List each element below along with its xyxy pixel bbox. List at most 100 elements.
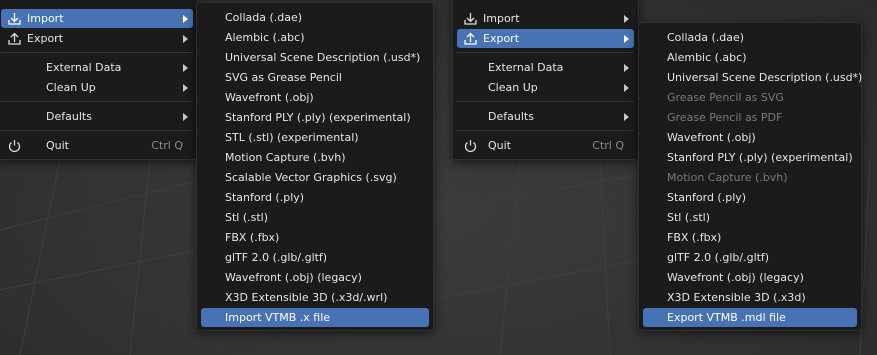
chevron-right-icon — [183, 113, 188, 121]
menu-item-label: Alembic (.abc) — [225, 31, 305, 44]
export-item[interactable]: Collada (.dae) — [643, 28, 857, 47]
import-item[interactable]: Alembic (.abc) — [201, 28, 429, 47]
export-item[interactable]: Universal Scene Description (.usd*) — [643, 68, 862, 87]
import-icon — [8, 13, 21, 25]
menu-item-label: FBX (.fbx) — [225, 231, 280, 244]
menu-item-label: Grease Pencil as PDF — [667, 111, 783, 124]
menu-item-label: Quit — [488, 139, 511, 152]
menu-item-clean-up[interactable]: Clean Up — [457, 78, 634, 97]
menu-item-label: Universal Scene Description (.usd*) — [667, 71, 863, 84]
menu-item-label: Stl (.stl) — [667, 211, 711, 224]
menu-item-label: Wavefront (.obj) — [667, 131, 756, 144]
export-item[interactable]: Stl (.stl) — [643, 208, 857, 227]
menu-item-label: Export — [27, 32, 64, 45]
menu-item-label: Stanford (.ply) — [225, 191, 305, 204]
menu-item-external-data[interactable]: External Data — [1, 58, 193, 77]
menu-item-label: Grease Pencil as SVG — [667, 91, 784, 104]
chevron-right-icon — [624, 64, 629, 72]
import-item[interactable]: Stanford (.ply) — [201, 188, 429, 207]
menu-item-label: X3D Extensible 3D (.x3d/.wrl) — [225, 291, 388, 304]
import-item[interactable]: Stl (.stl) — [201, 208, 429, 227]
import-item[interactable]: SVG as Grease Pencil — [201, 68, 429, 87]
menu-separator — [457, 52, 634, 53]
chevron-right-icon — [183, 64, 188, 72]
import-item[interactable]: glTF 2.0 (.glb/.gltf) — [201, 248, 429, 267]
menu-item-label: Collada (.dae) — [667, 31, 745, 44]
import-item[interactable]: STL (.stl) (experimental) — [201, 128, 429, 147]
menu-item-label: Defaults — [46, 110, 92, 123]
export-item[interactable]: Wavefront (.obj) — [643, 128, 857, 147]
menu-item-label: Stanford (.ply) — [667, 191, 747, 204]
menu-item-label: Wavefront (.obj) (legacy) — [225, 271, 362, 284]
import-item[interactable]: X3D Extensible 3D (.x3d/.wrl) — [201, 288, 429, 307]
menu-item-import[interactable]: Import — [457, 9, 634, 28]
chevron-right-icon — [624, 113, 629, 121]
menu-item-quit[interactable]: Quit Ctrl Q — [457, 136, 634, 155]
import-icon — [464, 13, 477, 25]
menu-item-label: Stl (.stl) — [225, 211, 269, 224]
import-item-vtmb-x[interactable]: Import VTMB .x file — [201, 308, 429, 327]
menu-separator — [1, 130, 193, 131]
menu-item-label: STL (.stl) (experimental) — [225, 131, 359, 144]
export-item[interactable]: glTF 2.0 (.glb/.gltf) — [643, 248, 857, 267]
menu-item-defaults[interactable]: Defaults — [457, 107, 634, 126]
chevron-right-icon — [183, 35, 188, 43]
import-item[interactable]: Collada (.dae) — [201, 8, 429, 27]
export-item[interactable]: Alembic (.abc) — [643, 48, 857, 67]
menu-separator — [457, 130, 634, 131]
menu-item-label: Clean Up — [46, 81, 96, 94]
chevron-right-icon — [624, 84, 629, 92]
export-item: Grease Pencil as SVG — [643, 88, 857, 107]
menu-item-import[interactable]: Import — [1, 9, 193, 28]
import-submenu: Collada (.dae) Alembic (.abc) Universal … — [196, 2, 434, 331]
export-submenu: Collada (.dae) Alembic (.abc) Universal … — [638, 22, 862, 331]
menu-item-label: Defaults — [488, 110, 534, 123]
import-item[interactable]: Universal Scene Description (.usd*) — [201, 48, 429, 67]
menu-item-label: External Data — [488, 61, 564, 74]
menu-item-label: glTF 2.0 (.glb/.gltf) — [667, 251, 770, 264]
import-item[interactable]: Scalable Vector Graphics (.svg) — [201, 168, 429, 187]
import-item[interactable]: FBX (.fbx) — [201, 228, 429, 247]
menu-item-label: Universal Scene Description (.usd*) — [225, 51, 421, 64]
menu-separator — [1, 52, 193, 53]
menu-item-external-data[interactable]: External Data — [457, 58, 634, 77]
menu-item-quit[interactable]: Quit Ctrl Q — [1, 136, 193, 155]
shortcut-label: Ctrl Q — [151, 139, 183, 152]
menu-item-label: Wavefront (.obj) (legacy) — [667, 271, 804, 284]
export-item: Grease Pencil as PDF — [643, 108, 857, 127]
import-item[interactable]: Wavefront (.obj) (legacy) — [201, 268, 429, 287]
menu-item-label: Wavefront (.obj) — [225, 91, 314, 104]
menu-item-export[interactable]: Export — [457, 29, 634, 48]
menu-item-label: Import VTMB .x file — [225, 311, 331, 324]
menu-separator — [457, 101, 634, 102]
import-item[interactable]: Stanford PLY (.ply) (experimental) — [201, 108, 429, 127]
shortcut-label: Ctrl Q — [592, 139, 624, 152]
menu-item-clean-up[interactable]: Clean Up — [1, 78, 193, 97]
menu-item-label: Import — [483, 12, 520, 25]
menu-item-label: Alembic (.abc) — [667, 51, 747, 64]
export-item[interactable]: FBX (.fbx) — [643, 228, 857, 247]
chevron-right-icon — [624, 15, 629, 23]
export-item[interactable]: Wavefront (.obj) (legacy) — [643, 268, 857, 287]
export-item[interactable]: X3D Extensible 3D (.x3d) — [643, 288, 857, 307]
menu-item-label: Collada (.dae) — [225, 11, 303, 24]
menu-item-label: External Data — [46, 61, 122, 74]
menu-item-defaults[interactable]: Defaults — [1, 107, 193, 126]
menu-item-export[interactable]: Export — [1, 29, 193, 48]
export-item-vtmb-mdl[interactable]: Export VTMB .mdl file — [643, 308, 857, 327]
import-item[interactable]: Wavefront (.obj) — [201, 88, 429, 107]
menu-item-label: SVG as Grease Pencil — [225, 71, 342, 84]
export-item[interactable]: Stanford (.ply) — [643, 188, 857, 207]
menu-item-label: Motion Capture (.bvh) — [667, 171, 788, 184]
menu-item-label: Export — [483, 32, 520, 45]
menu-item-label: Scalable Vector Graphics (.svg) — [225, 171, 397, 184]
import-item[interactable]: Motion Capture (.bvh) — [201, 148, 429, 167]
chevron-right-icon — [183, 84, 188, 92]
menu-separator — [1, 101, 193, 102]
menu-item-label: FBX (.fbx) — [667, 231, 722, 244]
menu-item-label: Clean Up — [488, 81, 538, 94]
export-item[interactable]: Stanford PLY (.ply) (experimental) — [643, 148, 857, 167]
file-menu-right: Import Export External Data Clean Up Def… — [452, 0, 639, 160]
menu-item-label: Import — [27, 12, 64, 25]
menu-item-label: glTF 2.0 (.glb/.gltf) — [225, 251, 328, 264]
